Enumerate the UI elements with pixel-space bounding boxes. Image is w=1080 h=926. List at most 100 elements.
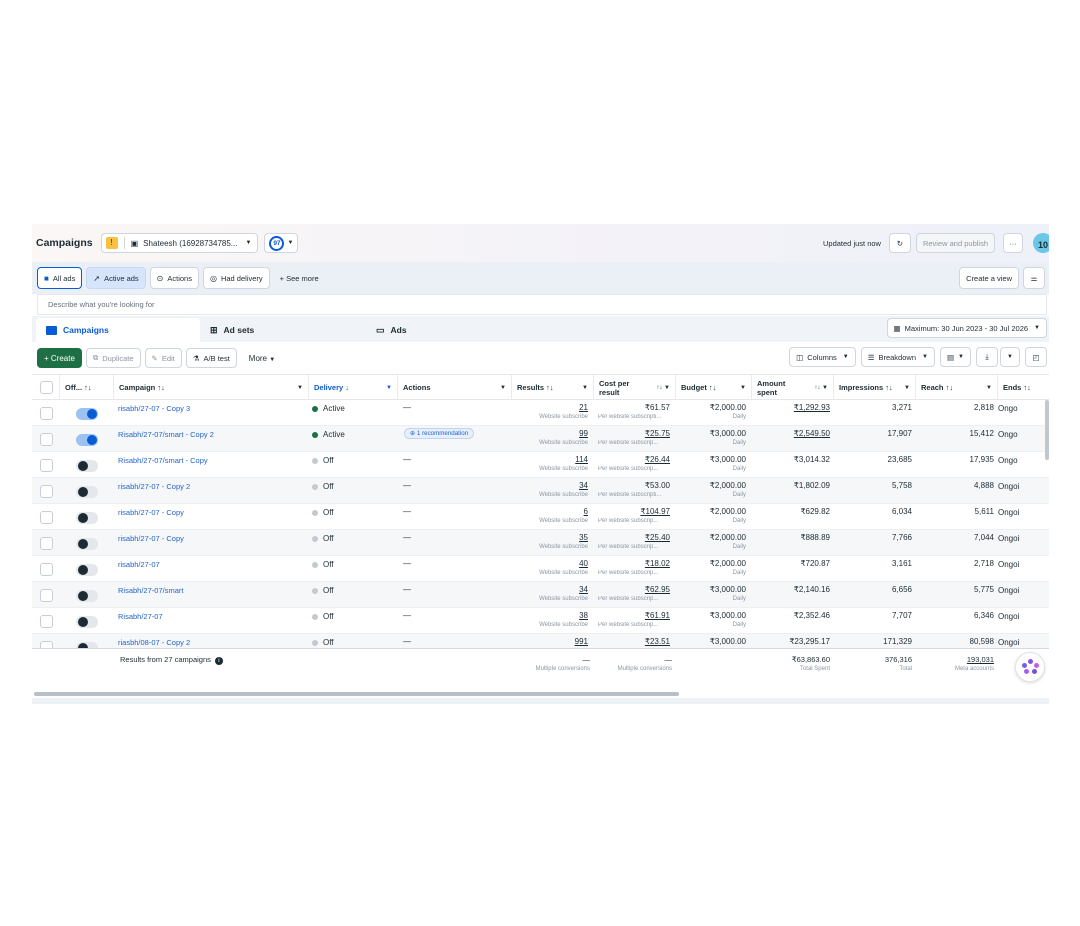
cost-per-result-value[interactable]: ₹62.95 <box>594 585 670 594</box>
cost-per-result-value[interactable]: ₹61.91 <box>594 611 670 620</box>
campaign-toggle[interactable] <box>76 408 98 420</box>
more-menu-button[interactable]: ··· <box>1003 233 1023 253</box>
table-row[interactable]: risabh/27-07 - Copy 2 Off — 34 Website subsc… <box>32 478 1049 504</box>
budget-value[interactable]: ₹3,000.00 <box>676 429 746 438</box>
vertical-scrollbar[interactable] <box>1045 400 1049 460</box>
filter-all-ads[interactable]: ■ All ads <box>37 267 83 289</box>
campaign-toggle[interactable] <box>76 616 98 628</box>
campaign-name-link[interactable]: risabh/27-07 - Copy 2 <box>118 482 190 491</box>
results-value[interactable]: 6 <box>512 507 588 516</box>
table-row[interactable]: Risabh/27-07 Off — 38 Website subscribe ₹61.9… <box>32 608 1049 634</box>
budget-value[interactable]: ₹3,000.00 <box>676 585 746 594</box>
reports-dropdown[interactable]: ▤ ▼ <box>939 347 971 367</box>
results-value[interactable]: 991 <box>512 637 588 646</box>
campaign-name-link[interactable]: risabh/27-07 - Copy <box>118 508 184 517</box>
breakdown-dropdown[interactable]: ☰ Breakdown ▼ <box>860 347 935 367</box>
cost-per-result-value[interactable]: ₹104.97 <box>594 507 670 516</box>
results-value[interactable]: 40 <box>512 559 588 568</box>
row-checkbox[interactable] <box>40 537 53 550</box>
edit-button[interactable]: ✎ Edit <box>144 348 182 368</box>
row-checkbox[interactable] <box>40 407 53 420</box>
campaign-toggle[interactable] <box>76 512 98 524</box>
budget-value[interactable]: ₹3,000.00 <box>676 455 746 464</box>
row-checkbox[interactable] <box>40 563 53 576</box>
campaign-name-link[interactable]: Risabh/27-07 <box>118 612 163 621</box>
budget-value[interactable]: ₹3,000.00 <box>676 611 746 620</box>
budget-value[interactable]: ₹2,000.00 <box>676 481 746 490</box>
ab-test-button[interactable]: ⚗ A/B test <box>185 348 237 368</box>
row-checkbox[interactable] <box>40 485 53 498</box>
review-publish-button[interactable]: Review and publish <box>915 233 995 253</box>
results-value[interactable]: 38 <box>512 611 588 620</box>
campaign-name-link[interactable]: Risabh/27-07/smart - Copy 2 <box>118 430 214 439</box>
filter-actions[interactable]: ⊙ Actions <box>149 267 199 289</box>
campaign-name-link[interactable]: risabh/27-07 <box>118 560 160 569</box>
export-dropdown[interactable]: ▼ <box>1000 347 1020 367</box>
row-checkbox[interactable] <box>40 615 53 628</box>
col-ends[interactable]: Ends ↑↓ <box>998 375 1049 400</box>
table-row[interactable]: Risabh/27-07/smart - Copy Off — 114 Website … <box>32 452 1049 478</box>
results-value[interactable]: 34 <box>512 585 588 594</box>
avatar[interactable]: 10 <box>1033 233 1049 253</box>
export-button[interactable]: ⤓ <box>976 347 998 367</box>
tab-ad-sets[interactable]: ⊞ Ad sets <box>200 318 366 342</box>
budget-value[interactable]: ₹2,000.00 <box>676 403 746 412</box>
cost-per-result-value[interactable]: ₹25.40 <box>594 533 670 542</box>
cost-per-result-value[interactable]: ₹18.02 <box>594 559 670 568</box>
table-row[interactable]: risabh/27-07 - Copy Off — 35 Website subscri… <box>32 530 1049 556</box>
results-value[interactable]: 34 <box>512 481 588 490</box>
tab-ads[interactable]: ▭ Ads <box>366 318 532 342</box>
budget-value[interactable]: ₹2,000.00 <box>676 559 746 568</box>
results-value[interactable]: 114 <box>512 455 588 464</box>
col-off-on[interactable]: Off... ↑↓ <box>60 375 114 400</box>
table-row[interactable]: risabh/27-07 Off — 40 Website subscribe ₹18.0… <box>32 556 1049 582</box>
select-all-checkbox[interactable] <box>40 381 53 394</box>
budget-value[interactable]: ₹3,000.00 <box>676 637 746 646</box>
col-actions[interactable]: Actions ▼ <box>398 375 512 400</box>
col-impressions[interactable]: Impressions ↑↓ ▼ <box>834 375 916 400</box>
table-row[interactable]: risabh/27-07 - Copy 3 Active — 21 Website su… <box>32 400 1049 426</box>
row-checkbox[interactable] <box>40 511 53 524</box>
search-input[interactable]: Describe what you're looking for <box>37 294 1047 315</box>
col-results[interactable]: Results ↑↓ ▼ <box>512 375 594 400</box>
amount-spent-value[interactable]: ₹2,549.50 <box>752 429 830 438</box>
campaign-toggle[interactable] <box>76 590 98 602</box>
campaign-name-link[interactable]: riasbh/08-07 - Copy 2 <box>118 638 190 647</box>
tab-campaigns[interactable]: Campaigns <box>36 318 200 342</box>
campaign-name-link[interactable]: Risabh/27-07/smart <box>118 586 183 595</box>
campaign-toggle[interactable] <box>76 460 98 472</box>
row-checkbox[interactable] <box>40 589 53 602</box>
budget-value[interactable]: ₹2,000.00 <box>676 507 746 516</box>
info-icon[interactable]: i <box>214 657 223 665</box>
filter-had-delivery[interactable]: ◎ Had delivery <box>202 267 270 289</box>
cost-per-result-value[interactable]: ₹25.75 <box>594 429 670 438</box>
horizontal-scrollbar[interactable] <box>34 692 679 696</box>
refresh-button[interactable]: ↻ <box>888 233 911 253</box>
row-checkbox[interactable] <box>40 433 53 446</box>
duplicate-button[interactable]: ⧉ Duplicate <box>85 348 141 368</box>
recommendation-badge[interactable]: ⊕ 1 recommendation <box>404 428 475 439</box>
table-row[interactable]: Risabh/27-07/smart Off — 34 Website subscrib… <box>32 582 1049 608</box>
account-selector[interactable]: ! ▣ Shateesh (16928734785... ▼ <box>100 233 259 253</box>
col-budget[interactable]: Budget ↑↓ ▼ <box>676 375 752 400</box>
budget-value[interactable]: ₹2,000.00 <box>676 533 746 542</box>
results-value[interactable]: 21 <box>512 403 588 412</box>
cost-per-result-value[interactable]: ₹23.51 <box>594 637 670 646</box>
more-dropdown[interactable]: More ▼ <box>249 354 275 363</box>
results-value[interactable]: 99 <box>512 429 588 438</box>
col-delivery[interactable]: Delivery ↓ ▼ <box>309 375 398 400</box>
campaign-toggle[interactable] <box>76 434 98 446</box>
table-row[interactable]: Risabh/27-07/smart - Copy 2 Active ⊕ 1 rec… <box>32 426 1049 452</box>
col-reach[interactable]: Reach ↑↓ ▼ <box>916 375 998 400</box>
date-range-picker[interactable]: ▦ Maximum: 30 Jun 2023 - 30 Jul 2026 ▼ <box>886 318 1047 338</box>
filter-active-ads[interactable]: ➚ Active ads <box>86 267 146 289</box>
campaign-name-link[interactable]: risabh/27-07 - Copy <box>118 534 184 543</box>
campaign-toggle[interactable] <box>76 564 98 576</box>
chart-button[interactable]: ◰ <box>1025 347 1047 367</box>
create-view-button[interactable]: Create a view <box>959 267 1019 289</box>
campaign-name-link[interactable]: risabh/27-07 - Copy 3 <box>118 404 190 413</box>
opportunity-score[interactable]: 97 ▼ <box>264 233 299 253</box>
filter-settings-button[interactable]: ⚌ <box>1023 267 1045 289</box>
amount-spent-value[interactable]: ₹1,292.93 <box>752 403 830 412</box>
row-checkbox[interactable] <box>40 459 53 472</box>
